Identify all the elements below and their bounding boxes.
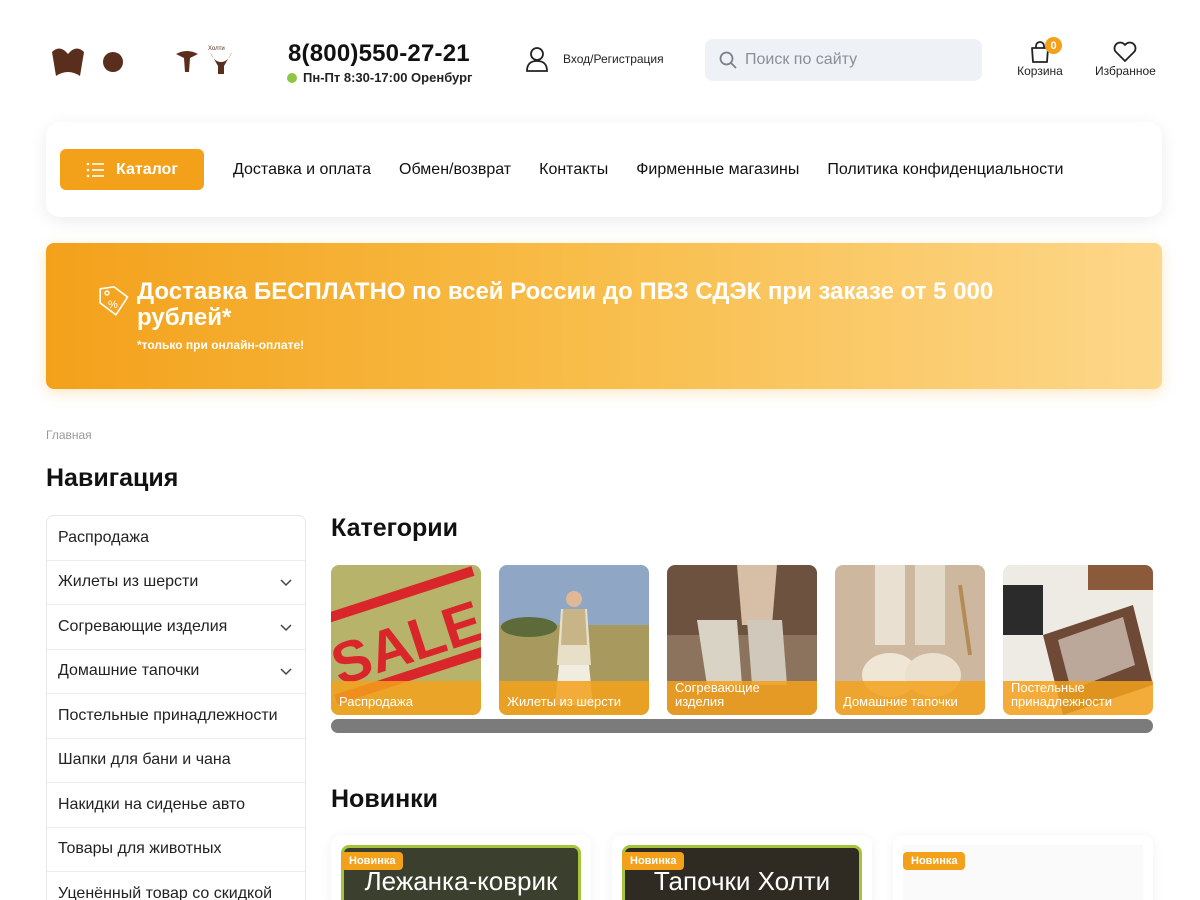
site-header: Холти 8(800)550-27-21 Пн-Пт 8:30-17:00 О…: [0, 0, 1200, 110]
category-label: Распродажа: [331, 681, 481, 715]
discount-tag-icon: %: [99, 286, 129, 316]
new-items-title: Новинки: [331, 785, 439, 813]
category-card-slippers[interactable]: Домашние тапочки: [835, 565, 985, 715]
category-label: Постельные принадлежности: [1003, 681, 1153, 715]
sidebar-item-label: Домашние тапочки: [58, 662, 200, 680]
favorites-label: Избранное: [1095, 64, 1156, 78]
product-image-text: Тапочки Холти: [653, 866, 831, 896]
catalog-label: Каталог: [116, 160, 178, 178]
sidebar-item-label: Накидки на сиденье авто: [58, 795, 246, 813]
menu-list-icon: [86, 162, 104, 177]
sidebar-item-pets[interactable]: Товары для животных: [47, 828, 305, 872]
heart-icon: [1114, 41, 1137, 62]
new-badge: Новинка: [341, 852, 404, 870]
sidebar-item-vests[interactable]: Жилеты из шерсти: [47, 561, 305, 605]
sidebar-item-label: Товары для животных: [58, 840, 222, 858]
sidebar-title: Навигация: [46, 464, 179, 492]
cart-button[interactable]: 0 Корзина: [1012, 37, 1068, 78]
product-image-text: Лежанка-коврик: [364, 866, 558, 896]
sidebar-item-bath-hats[interactable]: Шапки для бани и чана: [47, 739, 305, 783]
category-card-bedding[interactable]: Постельные принадлежности: [1003, 565, 1153, 715]
work-hours-text: Пн-Пт 8:30-17:00 Оренбург: [303, 70, 473, 85]
phone-number[interactable]: 8(800)550-27-21: [288, 40, 472, 68]
product-card[interactable]: Лежанка-коврик Новинка: [331, 835, 591, 900]
chevron-down-icon[interactable]: [279, 664, 293, 678]
catalog-button[interactable]: Каталог: [60, 149, 204, 190]
sidebar-item-slippers[interactable]: Домашние тапочки: [47, 650, 305, 694]
product-card[interactable]: Новинка: [893, 835, 1153, 900]
svg-text:%: %: [108, 299, 118, 311]
sidebar-item-label: Уценённый товар со скидкой: [58, 884, 273, 900]
product-card[interactable]: Тапочки Холти Новинка: [612, 835, 872, 900]
nav-link-returns[interactable]: Обмен/возврат: [399, 161, 511, 179]
category-card-warming[interactable]: Согревающие изделия: [667, 565, 817, 715]
login-link[interactable]: Вход/Регистрация: [525, 46, 664, 72]
promo-banner[interactable]: % Доставка БЕСПЛАТНО по всей России до П…: [46, 243, 1162, 389]
categories-scrollbar[interactable]: [331, 719, 1153, 733]
favorites-button[interactable]: Избранное: [1095, 40, 1156, 78]
sidebar-item-label: Распродажа: [58, 528, 149, 546]
contact-block: 8(800)550-27-21 Пн-Пт 8:30-17:00 Оренбур…: [287, 40, 472, 85]
category-label: Домашние тапочки: [835, 681, 985, 715]
sidebar-menu: Распродажа Жилеты из шерсти Согревающие …: [46, 515, 306, 900]
sidebar-item-label: Шапки для бани и чана: [58, 751, 231, 769]
nav-link-delivery[interactable]: Доставка и оплата: [233, 161, 371, 179]
new-badge: Новинка: [622, 852, 685, 870]
category-card-vests[interactable]: Жилеты из шерсти: [499, 565, 649, 715]
nav-links: Доставка и оплата Обмен/возврат Контакты…: [233, 161, 1063, 179]
work-hours: Пн-Пт 8:30-17:00 Оренбург: [287, 70, 472, 85]
breadcrumb: Главная: [46, 428, 92, 442]
categories-title: Категории: [331, 514, 458, 542]
user-icon: [526, 47, 548, 72]
chevron-down-icon[interactable]: [279, 575, 293, 589]
sidebar-item-label: Жилеты из шерсти: [58, 573, 199, 591]
nav-link-stores[interactable]: Фирменные магазины: [636, 161, 799, 179]
category-label: Согревающие изделия: [667, 681, 817, 715]
breadcrumb-home[interactable]: Главная: [46, 428, 92, 442]
promo-title: Доставка БЕСПЛАТНО по всей России до ПВЗ…: [137, 278, 994, 331]
login-label: Вход/Регистрация: [563, 52, 664, 66]
sidebar-item-discounted[interactable]: Уценённый товар со скидкой: [47, 872, 305, 900]
cart-count-badge: 0: [1045, 37, 1062, 54]
nav-link-privacy[interactable]: Политика конфиденциальности: [827, 161, 1063, 179]
promo-note: *только при онлайн-оплате!: [137, 338, 305, 352]
category-card-sale[interactable]: SALE Распродажа: [331, 565, 481, 715]
new-badge: Новинка: [903, 852, 966, 870]
search-input[interactable]: [745, 51, 965, 69]
cart-label: Корзина: [1017, 64, 1063, 78]
sidebar-item-label: Постельные принадлежности: [58, 706, 278, 724]
category-label: Жилеты из шерсти: [499, 681, 649, 715]
sidebar-item-bedding[interactable]: Постельные принадлежности: [47, 694, 305, 739]
search-box: [705, 39, 982, 81]
sidebar-item-car-covers[interactable]: Накидки на сиденье авто: [47, 783, 305, 828]
nav-link-contacts[interactable]: Контакты: [539, 161, 608, 179]
chevron-down-icon[interactable]: [279, 620, 293, 634]
sidebar-item-label: Согревающие изделия: [58, 617, 228, 635]
holti-logo[interactable]: Холти: [50, 42, 245, 82]
main-navigation: Каталог Доставка и оплата Обмен/возврат …: [46, 122, 1162, 217]
search-icon[interactable]: [719, 51, 737, 69]
sidebar-item-warming[interactable]: Согревающие изделия: [47, 605, 305, 650]
status-dot-icon: [287, 72, 297, 83]
svg-text:Холти: Холти: [208, 46, 225, 52]
sidebar-item-sale[interactable]: Распродажа: [47, 516, 305, 561]
categories-carousel: SALE Распродажа Жилеты из шерсти Согрева…: [331, 565, 1153, 715]
